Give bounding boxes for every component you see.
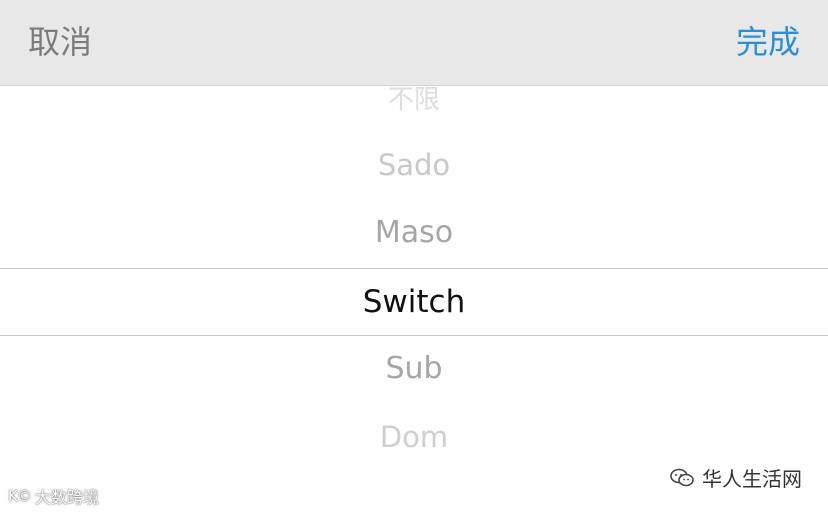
picker-screen: 取消 完成 不限 Sado Maso Switch Sub Dom K© 大数跨… xyxy=(0,0,828,514)
picker-option[interactable]: 不限 xyxy=(0,86,828,134)
kfc-logo-icon: K© xyxy=(8,487,32,505)
picker-option[interactable]: Maso xyxy=(0,199,828,267)
cancel-button[interactable]: 取消 xyxy=(28,20,92,64)
watermark-right-text: 华人生活网 xyxy=(702,467,802,491)
picker-option-selected[interactable]: Switch xyxy=(0,268,828,336)
done-button[interactable]: 完成 xyxy=(736,20,800,64)
watermark-right: 华人生活网 xyxy=(670,463,802,492)
picker-option[interactable]: Sub xyxy=(0,335,828,403)
picker-option[interactable]: Dom xyxy=(0,403,828,471)
picker-wheel[interactable]: 不限 Sado Maso Switch Sub Dom xyxy=(0,86,828,514)
watermark-left-text: 大数跨境 xyxy=(34,488,99,507)
watermark-left: K© 大数跨境 xyxy=(8,484,99,508)
picker-option[interactable]: Sado xyxy=(0,131,828,199)
wechat-icon xyxy=(670,468,694,486)
picker-toolbar: 取消 完成 xyxy=(0,0,828,86)
